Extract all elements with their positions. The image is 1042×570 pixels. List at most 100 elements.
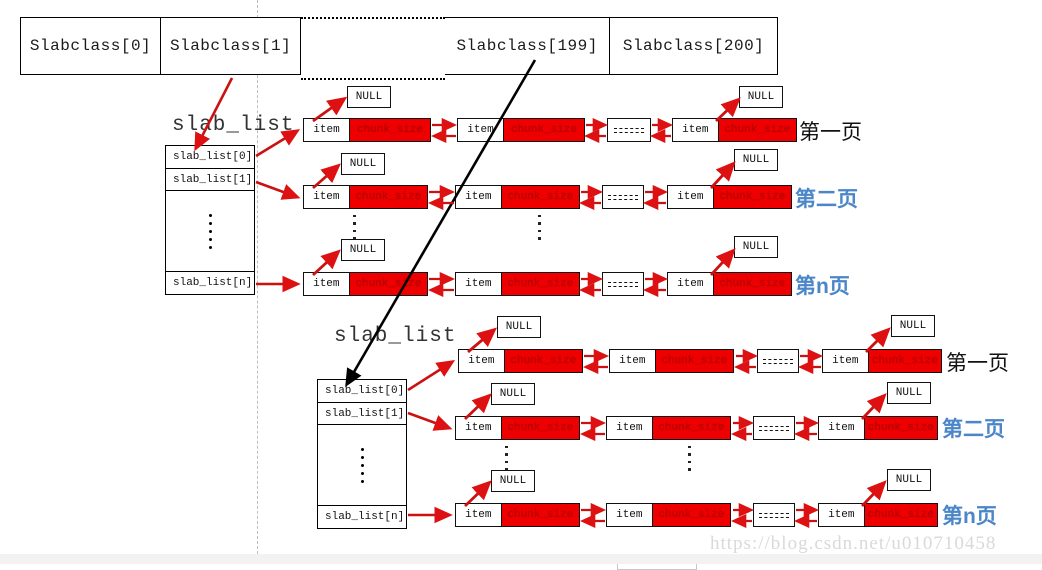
node-chunk-size-cell: chunk_size — [652, 417, 730, 439]
lower-r1-null-left: NULL — [497, 316, 541, 338]
dash-line — [759, 429, 789, 431]
upper-r2-node-0[interactable]: item chunk_size — [303, 185, 428, 209]
upper-slab-list-title: slab_list — [172, 114, 295, 137]
lower-r1-node-0[interactable]: item chunk_size — [458, 349, 583, 373]
slabclass-cell-label: Slabclass[0] — [29, 37, 152, 55]
null-label: NULL — [895, 387, 923, 399]
arrow-upper-r1-n0-n1 — [430, 117, 458, 144]
node-chunk-size-cell: chunk_size — [349, 186, 427, 208]
upper-slab-list-row-n[interactable]: slab_list[n] — [166, 272, 254, 294]
dash-line — [608, 281, 638, 283]
arrow-lower-r1-n1-dash — [733, 348, 759, 375]
dash-line — [614, 127, 644, 129]
lower-r2-page-label: 第二页 — [942, 418, 1005, 441]
node-chunk-size-cell: chunk_size — [349, 273, 427, 295]
lower-r3-node-1[interactable]: item chunk_size — [606, 503, 731, 527]
slabclass-cell-1[interactable]: Slabclass[1] — [161, 18, 302, 74]
node-item-cell: item — [458, 119, 504, 141]
footer-bar — [0, 554, 1042, 564]
lower-r1-node-1[interactable]: item chunk_size — [609, 349, 734, 373]
node-item-cell: item — [673, 119, 719, 141]
node-item-cell: item — [819, 417, 865, 439]
node-item-cell: item — [304, 273, 350, 295]
upper-r1-node-1[interactable]: item chunk_size — [457, 118, 585, 142]
null-label: NULL — [349, 158, 377, 170]
upper-r1-node-last[interactable]: item chunk_size — [672, 118, 797, 142]
arrow-upper-r3-n1-dash — [578, 271, 604, 298]
node-item-cell: item — [456, 186, 502, 208]
slabclass-cell-199[interactable]: Slabclass[199] — [445, 18, 611, 74]
node-chunk-size-cell: chunk_size — [718, 119, 796, 141]
upper-slab-list-row-1[interactable]: slab_list[1] — [166, 168, 254, 192]
slabclass-cell-200[interactable]: Slabclass[200] — [610, 18, 777, 74]
dash-line — [759, 512, 789, 514]
slab-list-row-label: slab_list[1] — [173, 173, 253, 186]
upper-r3-node-1[interactable]: item chunk_size — [455, 272, 580, 296]
arrow-lower-r2-n1-dash — [730, 415, 755, 442]
node-chunk-size-cell: chunk_size — [713, 186, 791, 208]
null-label: NULL — [895, 474, 923, 486]
upper-r3-node-0[interactable]: item chunk_size — [303, 272, 428, 296]
lower-r2-node-1[interactable]: item chunk_size — [606, 416, 731, 440]
node-item-cell: item — [823, 350, 869, 372]
upper-r1-null-left: NULL — [347, 86, 391, 108]
node-item-cell: item — [459, 350, 505, 372]
dash-line — [763, 362, 793, 364]
slabclass-cell-0[interactable]: Slabclass[0] — [21, 18, 162, 74]
arrow-lower-list1-to-chain2 — [407, 411, 453, 431]
node-chunk-size-cell: chunk_size — [655, 350, 733, 372]
node-chunk-size-cell: chunk_size — [504, 350, 582, 372]
arrow-slabclass1-to-upper-list — [194, 77, 234, 152]
arrow-upper-list1-to-chain2 — [255, 180, 301, 200]
slab-list-row-label: slab_list[n] — [325, 511, 405, 524]
upper-slab-list-row-0[interactable]: slab_list[0] — [166, 146, 254, 169]
null-label: NULL — [505, 321, 533, 333]
upper-r2-node-1[interactable]: item chunk_size — [455, 185, 580, 209]
lower-r1-node-last[interactable]: item chunk_size — [822, 349, 942, 373]
upper-r3-null-left: NULL — [341, 239, 385, 261]
arrow-upper-r2-n1-dash — [578, 184, 604, 211]
lower-slab-list-row-n[interactable]: slab_list[n] — [318, 506, 406, 528]
slabclass-cell-label: Slabclass[1] — [170, 37, 292, 55]
node-chunk-size-cell: chunk_size — [868, 350, 941, 372]
vertical-ellipsis-icon — [208, 191, 212, 271]
lower-r3-page-label: 第n页 — [942, 505, 997, 528]
arrow-lower-r3-n0-n1 — [579, 502, 607, 529]
upper-r2-page-label: 第二页 — [795, 188, 858, 211]
upper-rowdots-left — [353, 212, 356, 242]
watermark-url: https://blog.csdn.net/u010710458 — [710, 533, 997, 554]
lower-r3-null-right: NULL — [887, 469, 931, 491]
arrow-lower-r3-dash-nlast — [793, 502, 820, 529]
upper-r2-null-right: NULL — [734, 149, 778, 171]
upper-r1-node-0[interactable]: item chunk_size — [303, 118, 431, 142]
lower-r2-node-0[interactable]: item chunk_size — [455, 416, 580, 440]
null-label: NULL — [499, 475, 527, 487]
slabclass-cell-gap — [301, 16, 446, 80]
lower-r2-ellipsis-box — [753, 416, 795, 440]
diagram-canvas: Slabclass[0] Slabclass[1] Slabclass[199]… — [0, 0, 1042, 570]
upper-r1-null-right: NULL — [739, 86, 783, 108]
arrow-upper-r2-dash-nlast — [642, 184, 669, 211]
upper-r2-ellipsis-box — [602, 185, 644, 209]
lower-rowdots-left — [505, 443, 508, 473]
upper-r1-ellipsis-box — [607, 118, 651, 142]
lower-slab-list-row-1[interactable]: slab_list[1] — [318, 402, 406, 426]
upper-r2-node-last[interactable]: item chunk_size — [667, 185, 792, 209]
null-label: NULL — [355, 91, 383, 103]
upper-slab-list-row-gap — [166, 191, 254, 273]
slab-list-row-label: slab_list[1] — [325, 407, 405, 420]
lower-slab-list-table: slab_list[0] slab_list[1] slab_list[n] — [317, 379, 407, 529]
arrow-upper-r3-n0-n1 — [427, 271, 456, 298]
arrow-upper-r2-n0-n1 — [427, 184, 456, 211]
upper-r3-node-last[interactable]: item chunk_size — [667, 272, 792, 296]
lower-r3-node-0[interactable]: item chunk_size — [455, 503, 580, 527]
node-item-cell: item — [668, 273, 714, 295]
lower-slab-list-row-0[interactable]: slab_list[0] — [318, 380, 406, 403]
lower-r2-node-last[interactable]: item chunk_size — [818, 416, 938, 440]
node-item-cell: item — [819, 504, 865, 526]
lower-r3-node-last[interactable]: item chunk_size — [818, 503, 938, 527]
upper-r1-page-label: 第一页 — [799, 121, 862, 144]
lower-slab-list-title: slab_list — [334, 325, 457, 348]
node-chunk-size-cell: chunk_size — [864, 417, 937, 439]
node-item-cell: item — [456, 504, 502, 526]
